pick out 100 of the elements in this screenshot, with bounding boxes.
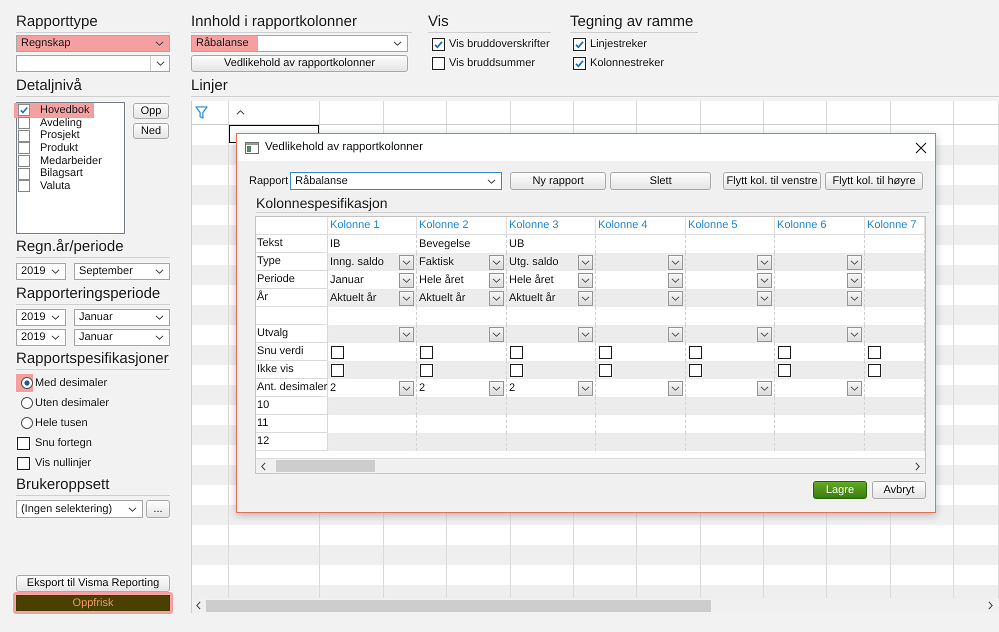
- radio-button[interactable]: [21, 397, 33, 409]
- dropdown-button[interactable]: [668, 326, 683, 342]
- scrollbar-thumb[interactable]: [276, 460, 375, 472]
- dropdown-button[interactable]: [847, 290, 862, 306]
- report-dropdown[interactable]: Råbalanse: [290, 172, 502, 190]
- dropdown-button[interactable]: [668, 290, 683, 306]
- option-label[interactable]: Vis nullinjer: [35, 454, 92, 472]
- checkbox[interactable]: [868, 346, 881, 358]
- dropdown-button[interactable]: [489, 326, 504, 342]
- list-order-button[interactable]: Ned: [133, 123, 169, 139]
- checkbox-label[interactable]: Linjestreker: [590, 36, 647, 53]
- list-item-label[interactable]: Produkt: [40, 142, 78, 155]
- list-order-button[interactable]: Opp: [133, 103, 169, 119]
- checkbox[interactable]: [573, 38, 586, 51]
- dialog-button[interactable]: Slett: [610, 172, 712, 190]
- dropdown-button[interactable]: [578, 254, 593, 270]
- report-columns-dropdown[interactable]: Råbalanse: [191, 35, 408, 52]
- dropdown-button[interactable]: [847, 326, 862, 342]
- dropdown-button[interactable]: [489, 290, 504, 306]
- report-type-dropdown[interactable]: Regnskap: [16, 35, 170, 52]
- list-item-label[interactable]: Bilagsart: [40, 167, 83, 180]
- export-button[interactable]: Eksport til Visma Reporting: [16, 575, 170, 592]
- dropdown-button[interactable]: [399, 272, 414, 288]
- dropdown-button[interactable]: [668, 380, 683, 396]
- checkbox[interactable]: [599, 364, 612, 376]
- list-item-label[interactable]: Valuta: [40, 180, 70, 193]
- checkbox[interactable]: [18, 155, 30, 168]
- dialog-footer-button[interactable]: Avbryt: [872, 481, 926, 499]
- dropdown-button[interactable]: [578, 272, 593, 288]
- checkbox[interactable]: [510, 346, 523, 358]
- horizontal-scrollbar[interactable]: [256, 458, 925, 473]
- year-dropdown[interactable]: 2019: [16, 263, 66, 280]
- dropdown-button[interactable]: [578, 380, 593, 396]
- checkbox[interactable]: [778, 346, 791, 358]
- more-button[interactable]: ...: [146, 500, 170, 518]
- dropdown-button[interactable]: [399, 380, 414, 396]
- checkbox[interactable]: [18, 168, 30, 180]
- dropdown-button[interactable]: [847, 380, 862, 396]
- list-item-label[interactable]: Hovedbok: [40, 104, 90, 117]
- dropdown-button[interactable]: [668, 254, 683, 270]
- dropdown-button[interactable]: [578, 290, 593, 306]
- dropdown-button[interactable]: [757, 380, 772, 396]
- dropdown-button[interactable]: [847, 272, 862, 288]
- checkbox[interactable]: [18, 142, 30, 154]
- option-label[interactable]: Med desimaler: [35, 374, 108, 392]
- dropdown-button[interactable]: [757, 290, 772, 306]
- move-column-button[interactable]: Flytt kol. til høyre: [825, 172, 923, 190]
- dropdown-button[interactable]: [757, 272, 772, 288]
- list-item-label[interactable]: Avdeling: [40, 116, 82, 130]
- option-label[interactable]: Hele tusen: [35, 414, 88, 432]
- year-dropdown[interactable]: 2019: [16, 309, 66, 326]
- list-item-label[interactable]: Medarbeider: [40, 154, 102, 168]
- checkbox[interactable]: [778, 364, 791, 376]
- period-dropdown[interactable]: Januar: [74, 309, 170, 326]
- checkbox[interactable]: [510, 364, 523, 376]
- checkbox[interactable]: [420, 364, 433, 376]
- dropdown-button[interactable]: [399, 254, 414, 270]
- scrollbar-thumb[interactable]: [206, 600, 711, 612]
- refresh-button[interactable]: Oppfrisk: [13, 592, 173, 614]
- checkbox[interactable]: [573, 57, 586, 70]
- checkbox[interactable]: [18, 180, 30, 192]
- dropdown-button[interactable]: [578, 326, 593, 342]
- dropdown-button[interactable]: [489, 380, 504, 396]
- filter-icon[interactable]: [195, 106, 208, 119]
- checkbox[interactable]: [331, 364, 344, 376]
- dropdown-button[interactable]: [757, 326, 772, 342]
- year-dropdown[interactable]: 2019: [16, 329, 66, 346]
- dropdown-button[interactable]: [757, 254, 772, 270]
- dialog-button[interactable]: Ny rapport: [510, 172, 606, 190]
- checkbox[interactable]: [17, 456, 30, 470]
- checkbox[interactable]: [868, 364, 881, 376]
- checkbox[interactable]: [18, 104, 30, 116]
- checkbox-label[interactable]: Vis bruddoverskrifter: [449, 36, 550, 53]
- radio-button[interactable]: [21, 417, 33, 429]
- dropdown-button[interactable]: [668, 272, 683, 288]
- move-column-button[interactable]: Flytt kol. til venstre: [723, 172, 821, 190]
- checkbox[interactable]: [18, 130, 30, 142]
- checkbox[interactable]: [420, 346, 433, 358]
- dropdown-button[interactable]: [399, 290, 414, 306]
- dialog-footer-button[interactable]: Lagre: [813, 481, 867, 499]
- list-item-label[interactable]: Prosjekt: [40, 129, 80, 142]
- checkbox[interactable]: [689, 346, 702, 358]
- radio-button[interactable]: [21, 377, 33, 389]
- dropdown-button[interactable]: [847, 254, 862, 270]
- checkbox[interactable]: [331, 346, 344, 358]
- option-label[interactable]: Uten desimaler: [35, 394, 109, 412]
- dropdown-button[interactable]: [399, 326, 414, 342]
- dropdown-button[interactable]: [489, 272, 504, 288]
- maintain-columns-button[interactable]: Vedlikehold av rapportkolonner: [191, 55, 408, 72]
- period-dropdown[interactable]: Januar: [74, 329, 170, 346]
- checkbox[interactable]: [689, 364, 702, 376]
- option-label[interactable]: Snu fortegn: [35, 434, 92, 452]
- checkbox[interactable]: [432, 57, 445, 70]
- close-button[interactable]: [915, 142, 927, 154]
- period-dropdown[interactable]: September: [74, 263, 170, 280]
- checkbox-label[interactable]: Vis bruddsummer: [449, 55, 535, 72]
- user-setup-dropdown[interactable]: (Ingen selektering): [16, 500, 143, 518]
- checkbox[interactable]: [17, 436, 30, 450]
- checkbox[interactable]: [599, 346, 612, 358]
- checkbox[interactable]: [432, 38, 445, 51]
